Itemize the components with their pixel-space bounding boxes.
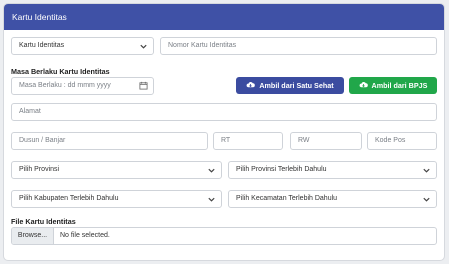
chevron-down-icon [208,168,215,173]
province-select[interactable]: Pilih Provinsi [11,161,222,179]
fetch-bpjs-button[interactable]: Ambil dari BPJS [349,77,437,94]
cloud-download-icon [246,81,256,88]
cloud-download-icon [359,81,368,88]
district-value: Pilih Kabupaten Terlebih Dahulu [19,195,119,202]
expiry-date-input[interactable]: Masa Berlaku : dd mmm yyyy [11,77,154,95]
fetch-satusehat-label: Ambil dari Satu Sehat [259,81,334,90]
dusun-input[interactable]: Dusun / Banjar [11,132,208,150]
village-value: Pilih Kecamatan Terlebih Dahulu [236,195,338,202]
browse-button[interactable]: Browse... [12,228,54,244]
rt-input[interactable]: RT [213,132,283,150]
regency-select[interactable]: Pilih Provinsi Terlebih Dahulu [228,161,437,179]
chevron-down-icon [208,197,215,202]
identity-card: Kartu Identitas Kartu Identitas Nomor Ka… [3,3,445,261]
postal-code-input[interactable]: Kode Pos [367,132,437,150]
rw-placeholder: RW [298,137,310,144]
rt-placeholder: RT [221,137,231,144]
chevron-down-icon [423,197,430,202]
chevron-down-icon [140,44,147,49]
dusun-placeholder: Dusun / Banjar [19,137,66,144]
file-status: No file selected. [60,232,110,239]
postal-code-placeholder: Kode Pos [375,137,406,144]
identity-type-value: Kartu Identitas [19,42,65,49]
address-placeholder: Alamat [19,108,41,115]
identity-type-select[interactable]: Kartu Identitas [11,37,154,55]
address-input[interactable]: Alamat [11,103,437,121]
expiry-label: Masa Berlaku Kartu Identitas [11,67,110,76]
fetch-satusehat-button[interactable]: Ambil dari Satu Sehat [236,77,344,94]
expiry-date-placeholder: Masa Berlaku : dd mmm yyyy [19,82,111,89]
rw-input[interactable]: RW [290,132,362,150]
file-input[interactable]: Browse... No file selected. [11,227,437,245]
village-select[interactable]: Pilih Kecamatan Terlebih Dahulu [228,190,437,208]
chevron-down-icon [423,168,430,173]
card-title: Kartu Identitas [4,4,444,30]
district-select[interactable]: Pilih Kabupaten Terlebih Dahulu [11,190,222,208]
regency-value: Pilih Provinsi Terlebih Dahulu [236,166,327,173]
province-value: Pilih Provinsi [19,166,60,173]
fetch-bpjs-label: Ambil dari BPJS [371,81,428,90]
file-label: File Kartu Identitas [11,217,76,226]
identity-number-input[interactable]: Nomor Kartu Identitas [160,37,437,55]
identity-number-placeholder: Nomor Kartu Identitas [168,42,237,49]
calendar-icon [139,81,148,90]
